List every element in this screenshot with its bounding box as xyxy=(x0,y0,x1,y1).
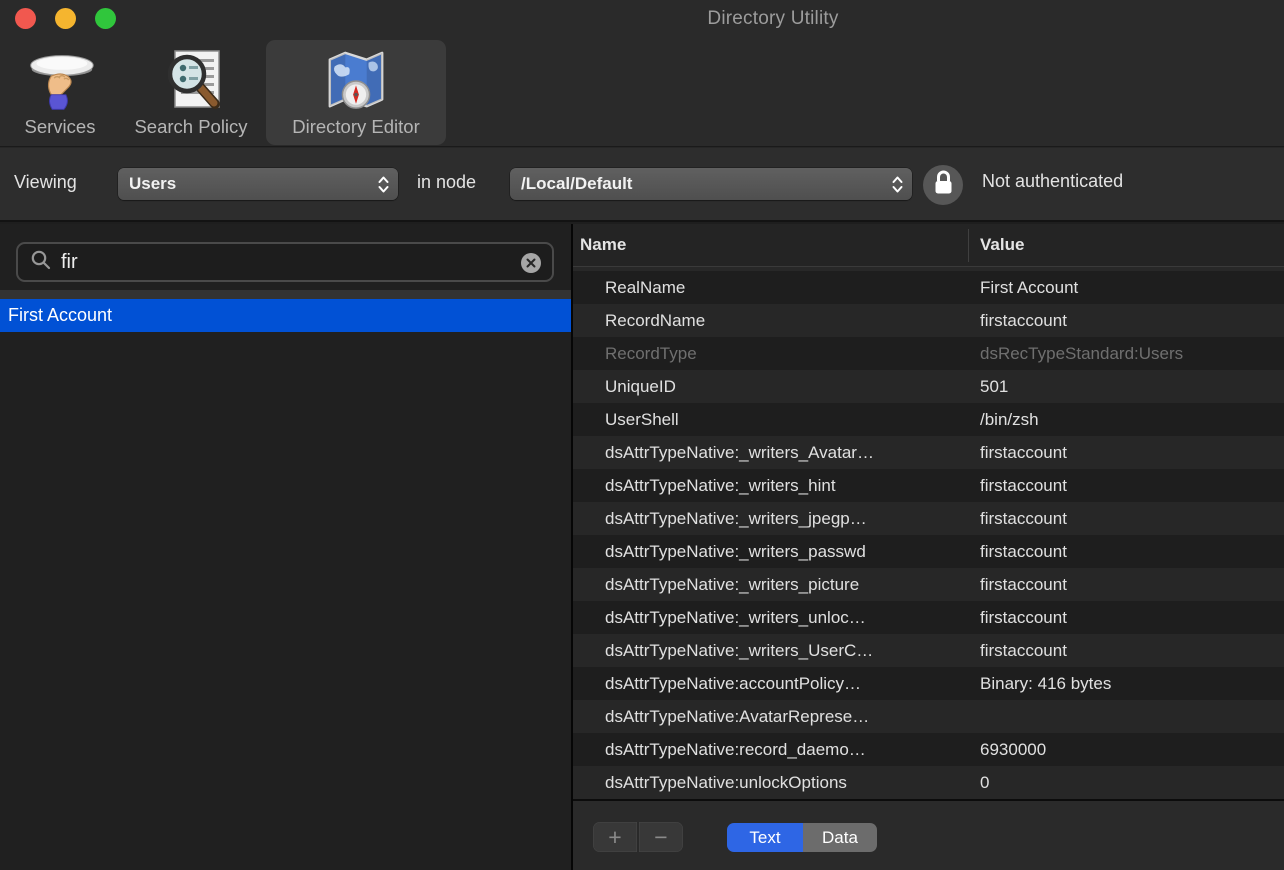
plus-icon: + xyxy=(608,826,621,849)
attr-name-cell: dsAttrTypeNative:_writers_passwd xyxy=(573,542,980,562)
authenticate-lock-button[interactable] xyxy=(923,165,963,205)
table-row[interactable]: dsAttrTypeNative:_writers_picture firsta… xyxy=(573,568,1284,601)
attributes-table: RealName First Account RecordName firsta… xyxy=(573,271,1284,799)
attr-name-cell: dsAttrTypeNative:AvatarReprese… xyxy=(573,707,980,727)
table-row[interactable]: UniqueID 501 xyxy=(573,370,1284,403)
remove-attribute-button[interactable]: − xyxy=(639,822,683,852)
list-item-first-account[interactable]: First Account xyxy=(0,299,571,332)
table-row[interactable]: RecordName firstaccount xyxy=(573,304,1284,337)
toolbar-item-label: Services xyxy=(25,116,96,138)
attr-name-cell: UniqueID xyxy=(573,377,980,397)
search-icon xyxy=(30,249,52,276)
attr-name-cell: dsAttrTypeNative:_writers_picture xyxy=(573,575,980,595)
node-select[interactable]: /Local/Default xyxy=(510,168,912,200)
table-row[interactable]: RealName First Account xyxy=(573,271,1284,304)
attr-name-cell: dsAttrTypeNative:unlockOptions xyxy=(573,773,980,793)
attr-value-cell: /bin/zsh xyxy=(980,410,1284,430)
table-row[interactable]: dsAttrTypeNative:unlockOptions 0 xyxy=(573,766,1284,799)
table-row[interactable]: UserShell /bin/zsh xyxy=(573,403,1284,436)
attr-name-cell: dsAttrTypeNative:_writers_Avatar… xyxy=(573,443,980,463)
search-input[interactable] xyxy=(61,251,508,274)
attr-name-cell: RecordName xyxy=(573,311,980,331)
attr-name-cell: dsAttrTypeNative:_writers_unloc… xyxy=(573,608,980,628)
column-header-name[interactable]: Name xyxy=(580,235,626,255)
segment-data[interactable]: Data xyxy=(803,823,877,852)
viewing-bar: Viewing Users in node /Local/Default xyxy=(0,147,1284,222)
toolbar-item-label: Search Policy xyxy=(134,116,247,138)
directory-utility-window: Directory Utility Services xyxy=(0,0,1284,870)
table-footer: + − Text Data xyxy=(573,799,1284,870)
attr-name-cell: dsAttrTypeNative:accountPolicy… xyxy=(573,674,980,694)
record-type-select[interactable]: Users xyxy=(118,168,398,200)
lock-icon xyxy=(933,169,954,201)
attr-name-cell: dsAttrTypeNative:_writers_UserC… xyxy=(573,641,980,661)
attr-name-cell: RealName xyxy=(573,278,980,298)
attr-value-cell: firstaccount xyxy=(980,476,1284,496)
attr-name-cell: UserShell xyxy=(573,410,980,430)
services-icon xyxy=(19,51,101,113)
toolbar-item-search-policy[interactable]: Search Policy xyxy=(118,40,264,145)
attr-name-cell: RecordType xyxy=(573,344,980,364)
add-attribute-button[interactable]: + xyxy=(593,822,637,852)
table-row[interactable]: RecordType dsRecTypeStandard:Users xyxy=(573,337,1284,370)
view-mode-segmented-control: Text Data xyxy=(727,823,877,852)
record-list-header xyxy=(0,290,571,299)
attr-name-cell: dsAttrTypeNative:record_daemo… xyxy=(573,740,980,760)
attr-value-cell: firstaccount xyxy=(980,542,1284,562)
attr-value-cell: firstaccount xyxy=(980,443,1284,463)
table-row[interactable]: dsAttrTypeNative:AvatarReprese… xyxy=(573,700,1284,733)
segment-text[interactable]: Text xyxy=(727,823,803,852)
column-header-value[interactable]: Value xyxy=(980,235,1024,255)
chevron-updown-icon xyxy=(891,175,904,199)
directory-editor-icon xyxy=(321,49,391,113)
chevron-updown-icon xyxy=(377,175,390,199)
search-field[interactable] xyxy=(16,242,554,282)
attr-name-cell: dsAttrTypeNative:_writers_hint xyxy=(573,476,980,496)
auth-status: Not authenticated xyxy=(982,171,1123,192)
attr-value-cell: 6930000 xyxy=(980,740,1284,760)
list-item-label: First Account xyxy=(8,305,112,326)
attributes-pane: Name Value RealName First Account Record… xyxy=(573,224,1284,870)
column-divider[interactable] xyxy=(968,229,969,262)
clear-search-button[interactable] xyxy=(521,253,541,273)
viewing-label: Viewing xyxy=(14,172,77,193)
attr-value-cell: firstaccount xyxy=(980,641,1284,661)
node-value: /Local/Default xyxy=(521,174,632,194)
record-type-value: Users xyxy=(129,174,176,194)
table-row[interactable]: dsAttrTypeNative:_writers_Avatar… firsta… xyxy=(573,436,1284,469)
table-row[interactable]: dsAttrTypeNative:accountPolicy… Binary: … xyxy=(573,667,1284,700)
attr-value-cell: firstaccount xyxy=(980,575,1284,595)
record-list-pane: First Account xyxy=(0,224,571,870)
search-policy-icon xyxy=(158,49,224,113)
table-row[interactable]: dsAttrTypeNative:record_daemo… 6930000 xyxy=(573,733,1284,766)
table-header: Name Value xyxy=(573,224,1284,267)
attr-value-cell: Binary: 416 bytes xyxy=(980,674,1284,694)
titlebar: Directory Utility xyxy=(0,0,1284,38)
table-row[interactable]: dsAttrTypeNative:_writers_unloc… firstac… xyxy=(573,601,1284,634)
attr-value-cell: firstaccount xyxy=(980,509,1284,529)
attr-value-cell: First Account xyxy=(980,278,1284,298)
table-row[interactable]: dsAttrTypeNative:_writers_jpegp… firstac… xyxy=(573,502,1284,535)
attr-value-cell: dsRecTypeStandard:Users xyxy=(980,344,1284,364)
attr-value-cell: 0 xyxy=(980,773,1284,793)
minus-icon: − xyxy=(654,826,667,849)
table-row[interactable]: dsAttrTypeNative:_writers_UserC… firstac… xyxy=(573,634,1284,667)
attr-value-cell: firstaccount xyxy=(980,311,1284,331)
attr-value-cell: firstaccount xyxy=(980,608,1284,628)
attr-value-cell: 501 xyxy=(980,377,1284,397)
attr-name-cell: dsAttrTypeNative:_writers_jpegp… xyxy=(573,509,980,529)
in-node-label: in node xyxy=(417,172,476,193)
toolbar-item-services[interactable]: Services xyxy=(8,40,112,145)
toolbar: Services xyxy=(0,38,1284,147)
window-title: Directory Utility xyxy=(0,8,1284,30)
toolbar-item-directory-editor[interactable]: Directory Editor xyxy=(266,40,446,145)
table-row[interactable]: dsAttrTypeNative:_writers_hint firstacco… xyxy=(573,469,1284,502)
table-row[interactable]: dsAttrTypeNative:_writers_passwd firstac… xyxy=(573,535,1284,568)
toolbar-item-label: Directory Editor xyxy=(292,116,419,138)
